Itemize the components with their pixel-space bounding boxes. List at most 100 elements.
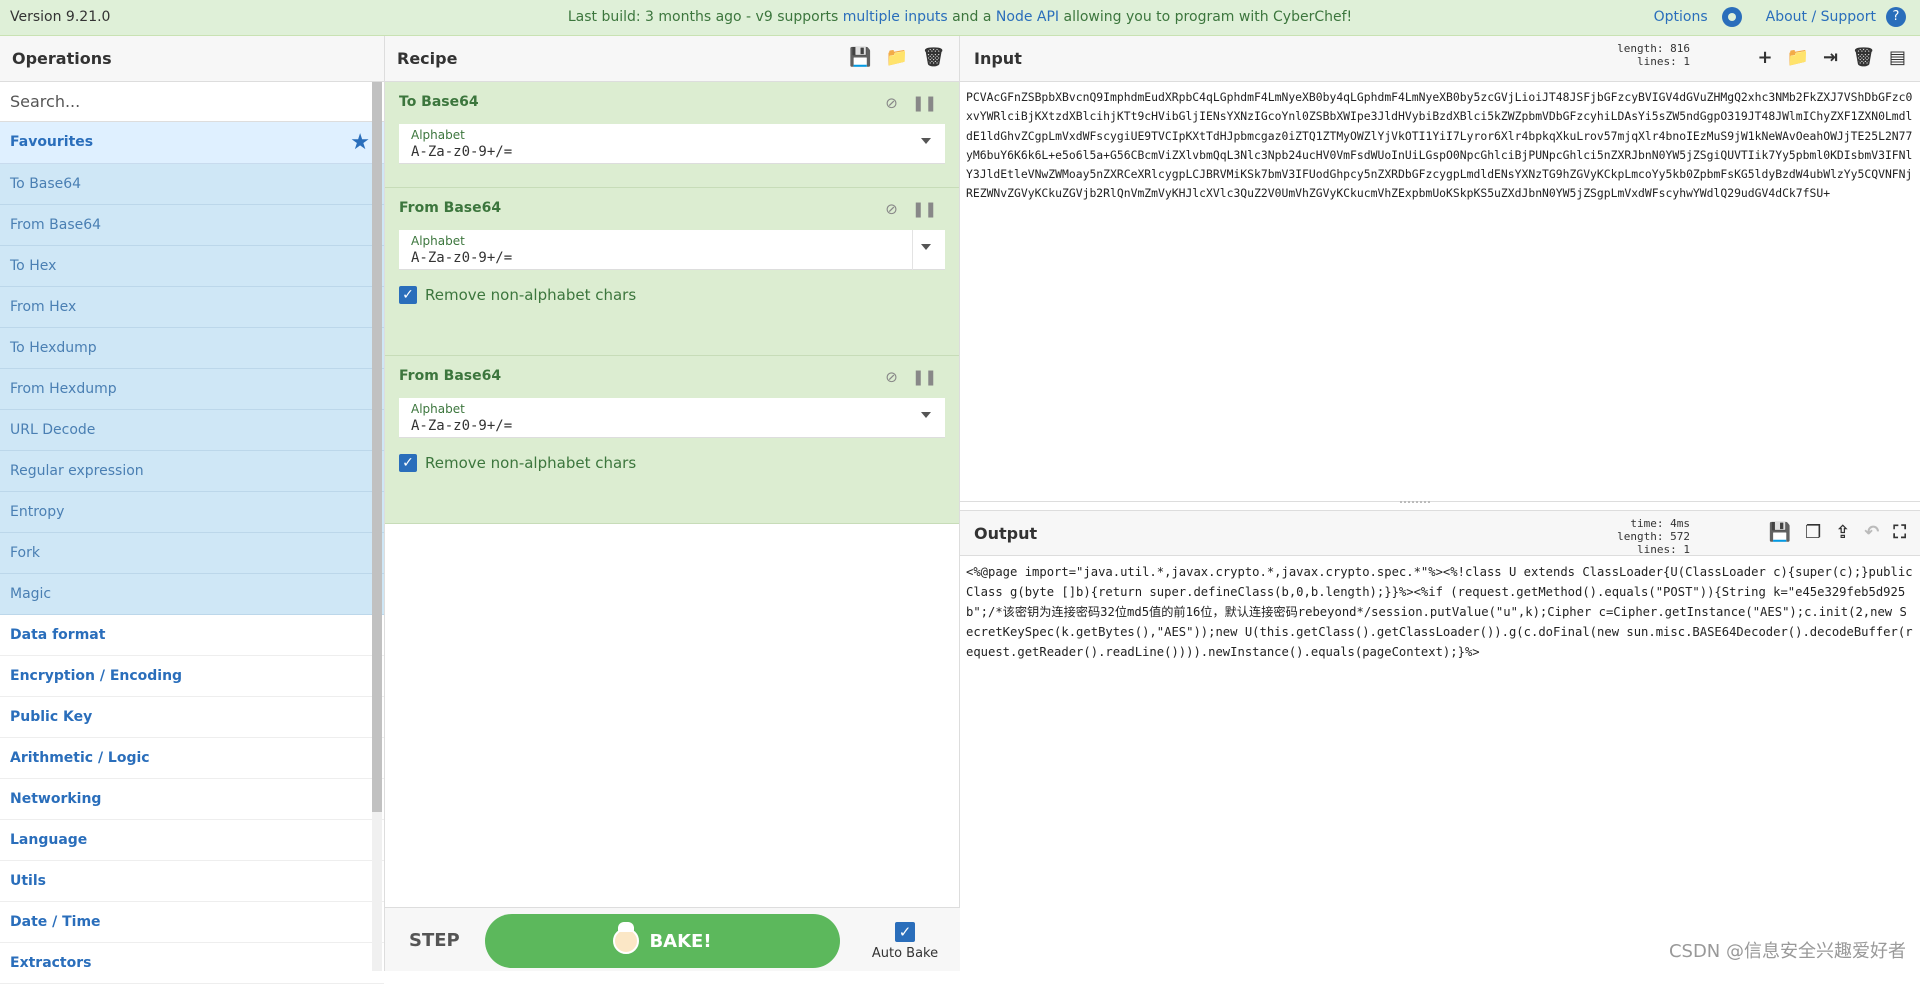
recipe-op-to-base64[interactable]: To Base64 ⊘ ❚❚ Alphabet A-Za-z0-9+/= [385,82,959,188]
operation-item[interactable]: From Hex [0,287,384,328]
recipe-panel: Recipe 💾 📁 🗑 To Base64 ⊘ ❚❚ Alphabet A-Z… [385,36,960,971]
bake-label: BAKE! [649,930,712,952]
lines-label: lines: [1637,55,1677,68]
op-name: From Base64 [399,200,502,216]
input-stats: length: 816 lines: 1 [1617,42,1690,68]
folder-icon[interactable]: 📁 [1787,47,1809,68]
operation-item[interactable]: To Base64 [0,164,384,205]
input-textarea[interactable]: PCVAcGFnZSBpbXBvcnQ9ImphdmEudXRpbC4qLGph… [960,82,1920,502]
operation-item[interactable]: Entropy [0,492,384,533]
category-language[interactable]: Language [0,820,384,861]
save-icon[interactable]: 💾 [849,47,871,68]
trash-icon[interactable]: 🗑 [922,47,945,68]
replace-input-icon[interactable]: ⇪ [1835,522,1850,543]
banner-right: Options About / Support ? [1654,7,1906,27]
op-controls: ⊘ ❚❚ [885,200,937,218]
disable-icon[interactable]: ⊘ [885,94,898,112]
remove-non-alphabet-checkbox[interactable]: ✓ Remove non-alphabet chars [399,454,945,472]
category-public-key[interactable]: Public Key [0,697,384,738]
operation-item[interactable]: Fork [0,533,384,574]
category-list: Data format Encryption / Encoding Public… [0,615,384,984]
time-value: 4ms [1670,517,1690,530]
output-toolbar: 💾 ❐ ⇪ ↶ ⛶ [1769,522,1906,543]
chevron-down-icon[interactable] [921,138,931,144]
alphabet-label: Alphabet [411,128,465,142]
operation-item[interactable]: Regular expression [0,451,384,492]
maximize-icon[interactable]: ⛶ [1893,522,1906,543]
length-label: length: [1617,42,1664,55]
output-stats: time: 4ms length: 572 lines: 1 [1617,517,1690,556]
operation-item[interactable]: To Hexdump [0,328,384,369]
panel-resize-handle[interactable] [1400,501,1430,505]
bake-button[interactable]: BAKE! [485,914,840,968]
category-utils[interactable]: Utils [0,861,384,902]
gear-icon[interactable] [1721,7,1742,27]
recipe-op-from-base64[interactable]: From Base64 ⊘ ❚❚ Alphabet A-Za-z0-9+/= ✓… [385,188,959,356]
checkmark-icon[interactable]: ✓ [895,922,915,942]
folder-icon[interactable]: 📁 [886,47,908,68]
node-api-link[interactable]: Node API [996,9,1059,25]
copy-icon[interactable]: ❐ [1805,522,1821,543]
category-networking[interactable]: Networking [0,779,384,820]
notice-suffix: allowing you to program with CyberChef! [1059,9,1353,25]
io-panel: Input length: 816 lines: 1 + 📁 ⇥ 🗑 ▤ PCV… [960,36,1920,971]
operation-item[interactable]: URL Decode [0,410,384,451]
checkmark-icon[interactable]: ✓ [399,454,417,472]
disable-icon[interactable]: ⊘ [885,368,898,386]
output-header: Output time: 4ms length: 572 lines: 1 💾 … [960,510,1920,556]
alphabet-value: A-Za-z0-9+/= [411,250,513,266]
pause-icon[interactable]: ❚❚ [912,368,937,386]
category-extractors[interactable]: Extractors [0,943,384,984]
recipe-op-from-base64[interactable]: From Base64 ⊘ ❚❚ Alphabet A-Za-z0-9+/= ✓… [385,356,959,524]
about-support-link[interactable]: About / Support [1766,9,1876,25]
disable-icon[interactable]: ⊘ [885,200,898,218]
auto-bake-toggle[interactable]: ✓ Auto Bake [870,922,940,961]
pause-icon[interactable]: ❚❚ [912,94,937,112]
favourites-category[interactable]: Favourites ★ [0,122,384,164]
chevron-down-icon[interactable] [921,244,931,250]
category-data-format[interactable]: Data format [0,615,384,656]
lines-value: 1 [1683,55,1690,68]
step-button[interactable]: STEP [409,930,460,951]
category-arithmetic-logic[interactable]: Arithmetic / Logic [0,738,384,779]
recipe-header: Recipe 💾 📁 🗑 [385,36,959,82]
open-file-icon[interactable]: ⇥ [1823,47,1838,68]
length-value: 572 [1670,530,1690,543]
scrollbar-thumb[interactable] [372,82,382,812]
remove-non-alphabet-checkbox[interactable]: ✓ Remove non-alphabet chars [399,286,945,304]
alphabet-select[interactable]: Alphabet A-Za-z0-9+/= [399,398,945,438]
operation-item[interactable]: From Base64 [0,205,384,246]
pause-icon[interactable]: ❚❚ [912,200,937,218]
search-input[interactable] [0,82,370,121]
alphabet-value: A-Za-z0-9+/= [411,418,513,434]
chevron-down-icon[interactable] [921,412,931,418]
help-icon[interactable]: ? [1886,7,1906,27]
undo-icon[interactable]: ↶ [1864,522,1879,543]
watermark: CSDN @信息安全兴趣爱好者 [1668,941,1906,962]
search-container [0,82,384,122]
star-icon[interactable]: ★ [350,130,370,155]
operation-item[interactable]: Magic [0,574,384,615]
operation-item[interactable]: From Hexdump [0,369,384,410]
op-controls: ⊘ ❚❚ [885,368,937,386]
select-divider [912,230,913,270]
save-icon[interactable]: 💾 [1769,522,1791,543]
operation-item[interactable]: To Hex [0,246,384,287]
plus-icon[interactable]: + [1758,47,1773,68]
multiple-inputs-link[interactable]: multiple inputs [843,9,948,25]
notice-mid: and a [947,9,996,25]
alphabet-select[interactable]: Alphabet A-Za-z0-9+/= [399,124,945,164]
output-title: Output [974,524,1038,543]
alphabet-label: Alphabet [411,234,465,248]
favourites-label: Favourites [10,134,94,150]
chef-icon [613,922,640,954]
layout-icon[interactable]: ▤ [1889,47,1906,68]
options-link[interactable]: Options [1654,9,1708,25]
alphabet-select[interactable]: Alphabet A-Za-z0-9+/= [399,230,945,270]
trash-icon[interactable]: 🗑 [1852,47,1875,68]
checkmark-icon[interactable]: ✓ [399,286,417,304]
notice-text: Last build: 3 months ago - v9 supports m… [0,9,1920,25]
category-date-time[interactable]: Date / Time [0,902,384,943]
category-encryption-encoding[interactable]: Encryption / Encoding [0,656,384,697]
bake-bar: STEP BAKE! ✓ Auto Bake [385,907,960,971]
